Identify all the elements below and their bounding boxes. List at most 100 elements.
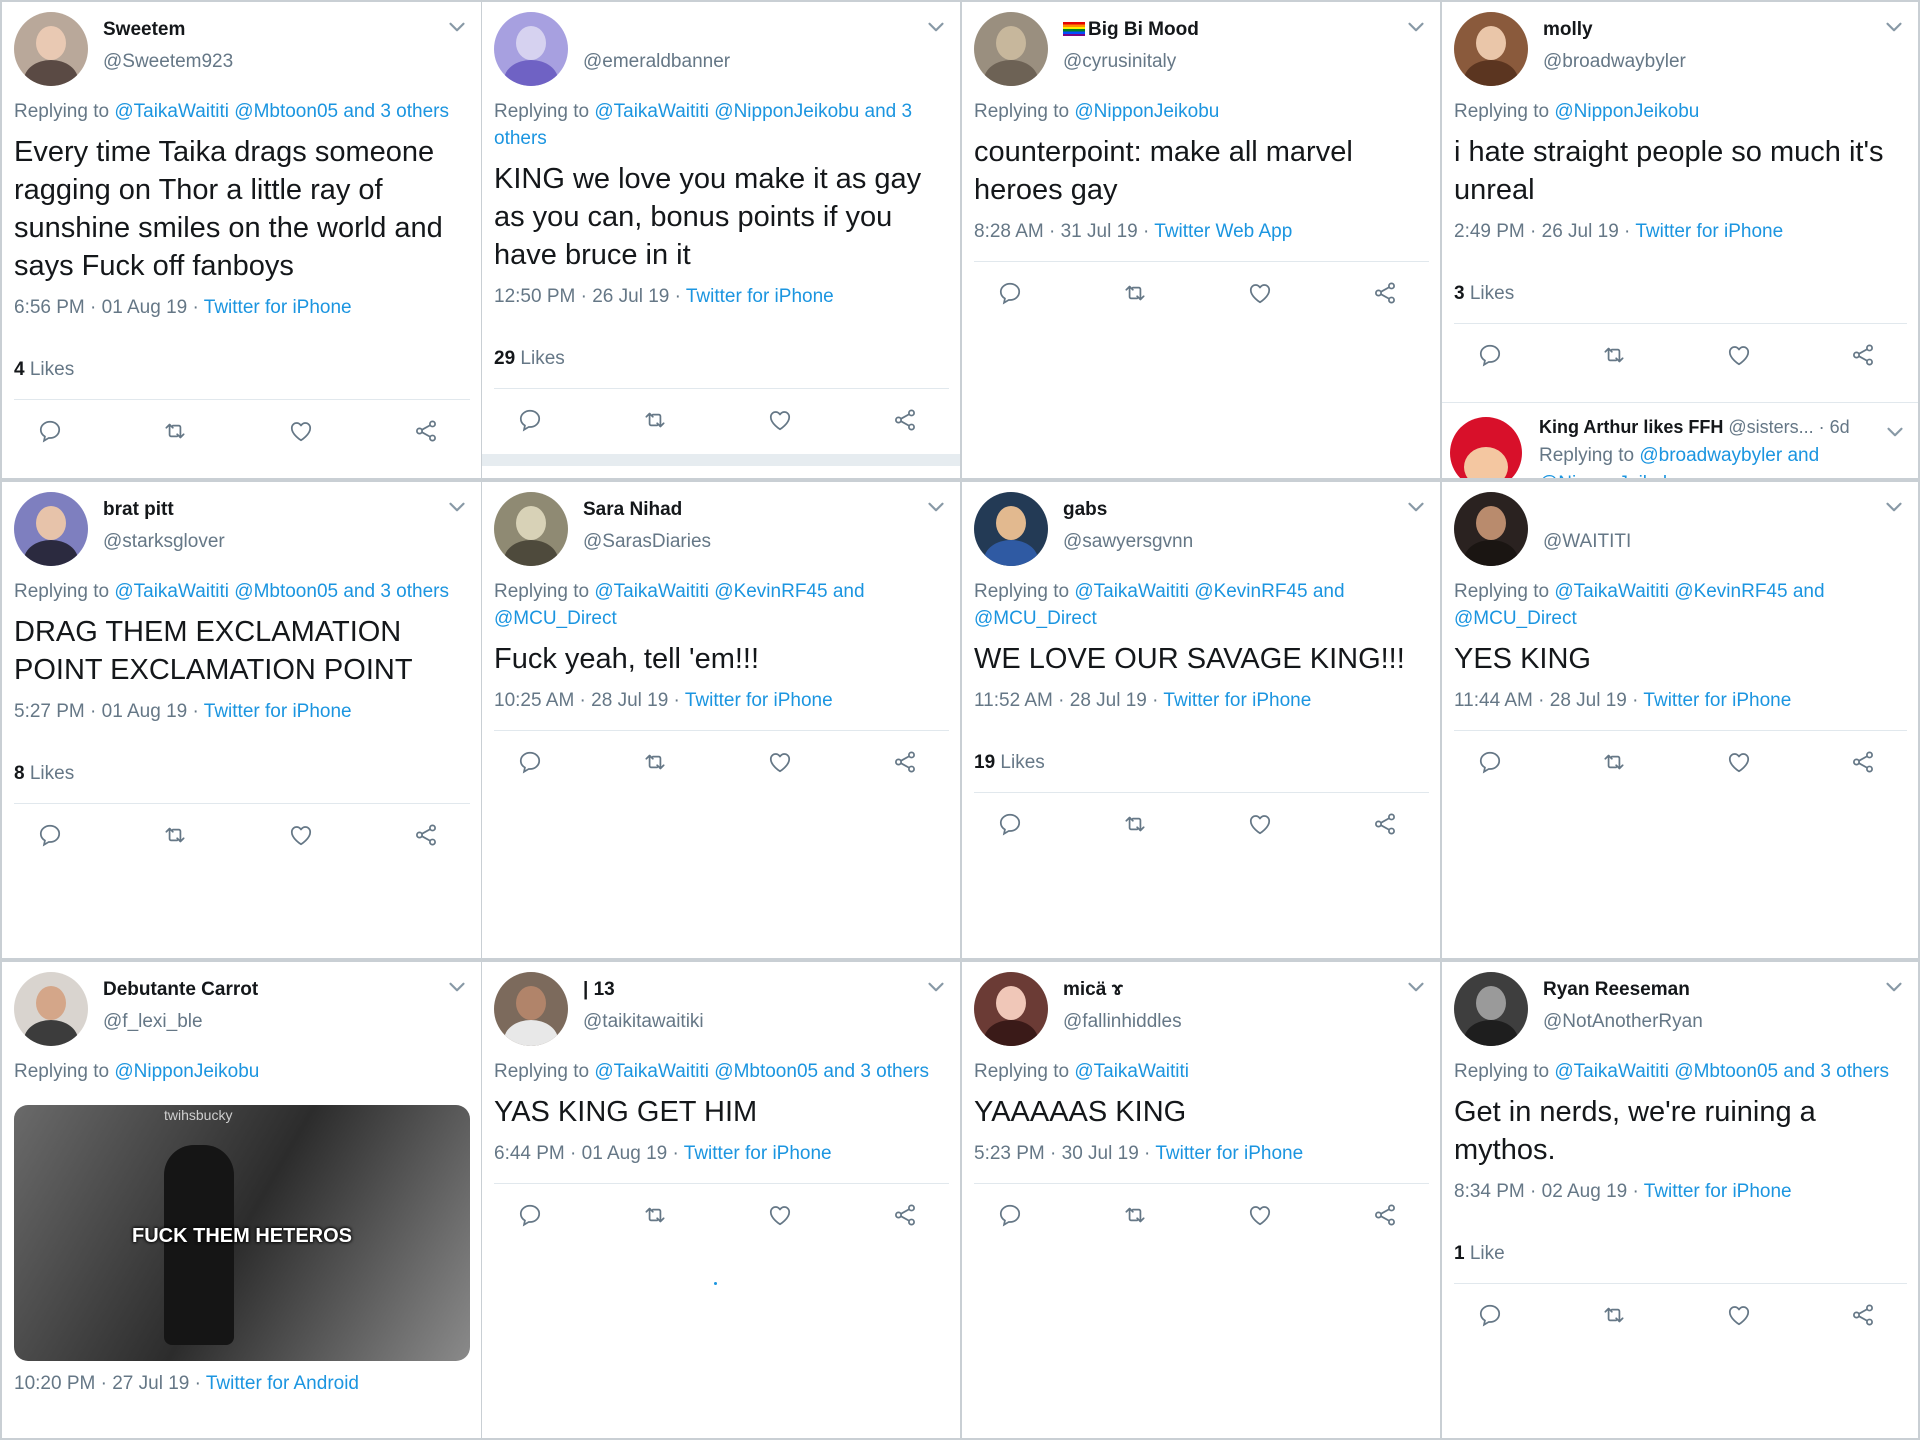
display-name[interactable]: Big Bi Mood <box>1088 19 1199 40</box>
like-button[interactable] <box>1244 809 1276 839</box>
display-name[interactable]: King Arthur likes FFH <box>1539 417 1723 437</box>
like-button[interactable] <box>764 405 796 435</box>
display-name-line[interactable]: molly <box>1543 19 1593 41</box>
display-name[interactable]: Sara Nihad <box>583 499 682 520</box>
likes-count[interactable]: 4 Likes <box>14 359 470 381</box>
display-name-line[interactable]: Ryan Reeseman <box>1543 979 1690 1001</box>
like-button[interactable] <box>764 1200 796 1230</box>
share-button[interactable] <box>889 1200 921 1230</box>
replying-to-links[interactable]: @TaikaWaititi <box>1074 1061 1189 1082</box>
like-button[interactable] <box>1244 1200 1276 1230</box>
likes-count[interactable]: 1 Like <box>1454 1243 1907 1265</box>
avatar[interactable] <box>1454 12 1528 86</box>
source-link[interactable]: Twitter for iPhone <box>685 690 833 711</box>
avatar[interactable] <box>1454 972 1528 1046</box>
source-link[interactable]: Twitter for iPhone <box>1644 1181 1792 1202</box>
share-button[interactable] <box>1369 809 1401 839</box>
username[interactable]: @sisters... <box>1728 417 1813 437</box>
retweet-button[interactable] <box>1119 1200 1151 1230</box>
avatar[interactable] <box>1454 492 1528 566</box>
retweet-button[interactable] <box>639 1200 671 1230</box>
source-link[interactable]: Twitter for iPhone <box>684 1143 832 1164</box>
reply-button[interactable] <box>994 809 1026 839</box>
source-link[interactable]: Twitter Web App <box>1154 221 1292 242</box>
like-button[interactable] <box>285 820 317 850</box>
display-name-line[interactable]: brat pitt <box>103 499 174 521</box>
share-button[interactable] <box>1847 340 1879 370</box>
replying-to-links[interactable]: @TaikaWaititi @Mbtoon05 and 3 others <box>114 581 449 602</box>
tweet-menu-caret[interactable] <box>1403 974 1429 1005</box>
likes-count[interactable]: 3 Likes <box>1454 283 1907 305</box>
reply-button[interactable] <box>34 820 66 850</box>
avatar[interactable] <box>14 492 88 566</box>
share-button[interactable] <box>1847 1300 1879 1330</box>
reply-button[interactable] <box>1474 340 1506 370</box>
display-name-line[interactable]: Sara Nihad <box>583 499 682 521</box>
tweet-menu-caret[interactable] <box>444 494 470 525</box>
reply-button[interactable] <box>514 1200 546 1230</box>
display-name[interactable]: molly <box>1543 19 1593 40</box>
like-button[interactable] <box>1723 340 1755 370</box>
share-button[interactable] <box>410 416 442 446</box>
share-button[interactable] <box>1369 1200 1401 1230</box>
tweet-menu-caret[interactable] <box>1881 14 1907 45</box>
retweet-button[interactable] <box>639 405 671 435</box>
username[interactable]: @cyrusinitaly <box>1063 51 1176 73</box>
display-name[interactable]: Sweetem <box>103 19 185 40</box>
like-button[interactable] <box>764 747 796 777</box>
display-name-line[interactable]: | 13 <box>583 979 615 1001</box>
replying-to-links[interactable]: @broadwaybyler and <box>1639 445 1819 466</box>
display-name-line[interactable]: gabs <box>1063 499 1107 521</box>
tweet-menu-caret[interactable] <box>1882 419 1908 450</box>
source-link[interactable]: Twitter for iPhone <box>1155 1143 1303 1164</box>
like-button[interactable] <box>1723 747 1755 777</box>
source-link[interactable]: Twitter for iPhone <box>686 286 834 307</box>
display-name-line[interactable]: Big Bi Mood <box>1063 19 1199 41</box>
username[interactable]: @NotAnotherRyan <box>1543 1011 1703 1033</box>
source-link[interactable]: Twitter for iPhone <box>1163 690 1311 711</box>
display-name[interactable]: Debutante Carrot <box>103 979 258 1000</box>
source-link[interactable]: Twitter for iPhone <box>1635 221 1783 242</box>
tweet-menu-caret[interactable] <box>1881 974 1907 1005</box>
tweet-menu-caret[interactable] <box>923 14 949 45</box>
retweet-button[interactable] <box>159 820 191 850</box>
display-name[interactable]: micä ɤ <box>1063 979 1123 1000</box>
display-name-line[interactable]: Debutante Carrot <box>103 979 258 1001</box>
retweet-button[interactable] <box>1598 1300 1630 1330</box>
display-name[interactable]: Ryan Reeseman <box>1543 979 1690 1000</box>
likes-count[interactable]: 8 Likes <box>14 763 470 785</box>
retweet-button[interactable] <box>639 747 671 777</box>
avatar[interactable] <box>494 972 568 1046</box>
reply-button[interactable] <box>514 405 546 435</box>
tweet-menu-caret[interactable] <box>444 974 470 1005</box>
avatar[interactable] <box>974 972 1048 1046</box>
username[interactable]: @sawyersgvnn <box>1063 531 1193 553</box>
reply-button[interactable] <box>1474 1300 1506 1330</box>
avatar[interactable] <box>14 12 88 86</box>
likes-count[interactable]: 29 Likes <box>494 348 949 370</box>
like-button[interactable] <box>1723 1300 1755 1330</box>
tweet-menu-caret[interactable] <box>1881 494 1907 525</box>
retweet-button[interactable] <box>1598 340 1630 370</box>
tweet-menu-caret[interactable] <box>923 974 949 1005</box>
avatar[interactable] <box>14 972 88 1046</box>
tweet-menu-caret[interactable] <box>1403 494 1429 525</box>
source-link[interactable]: Twitter for iPhone <box>204 701 352 722</box>
display-name-line[interactable]: micä ɤ <box>1063 979 1123 1001</box>
username[interactable]: @emeraldbanner <box>583 51 730 73</box>
replying-to-links[interactable]: @NipponJeikobu <box>1074 101 1219 122</box>
avatar[interactable] <box>1450 417 1522 478</box>
username[interactable]: @f_lexi_ble <box>103 1011 203 1033</box>
retweet-button[interactable] <box>1119 809 1151 839</box>
replying-to-links[interactable]: @TaikaWaititi @Mbtoon05 and 3 others <box>114 101 449 122</box>
reply-button[interactable] <box>514 747 546 777</box>
share-button[interactable] <box>1369 278 1401 308</box>
share-button[interactable] <box>410 820 442 850</box>
display-name[interactable]: brat pitt <box>103 499 174 520</box>
source-link[interactable]: Twitter for iPhone <box>204 297 352 318</box>
share-button[interactable] <box>889 405 921 435</box>
retweet-button[interactable] <box>1598 747 1630 777</box>
avatar[interactable] <box>974 12 1048 86</box>
retweet-button[interactable] <box>159 416 191 446</box>
display-name-line[interactable]: Sweetem <box>103 19 185 41</box>
